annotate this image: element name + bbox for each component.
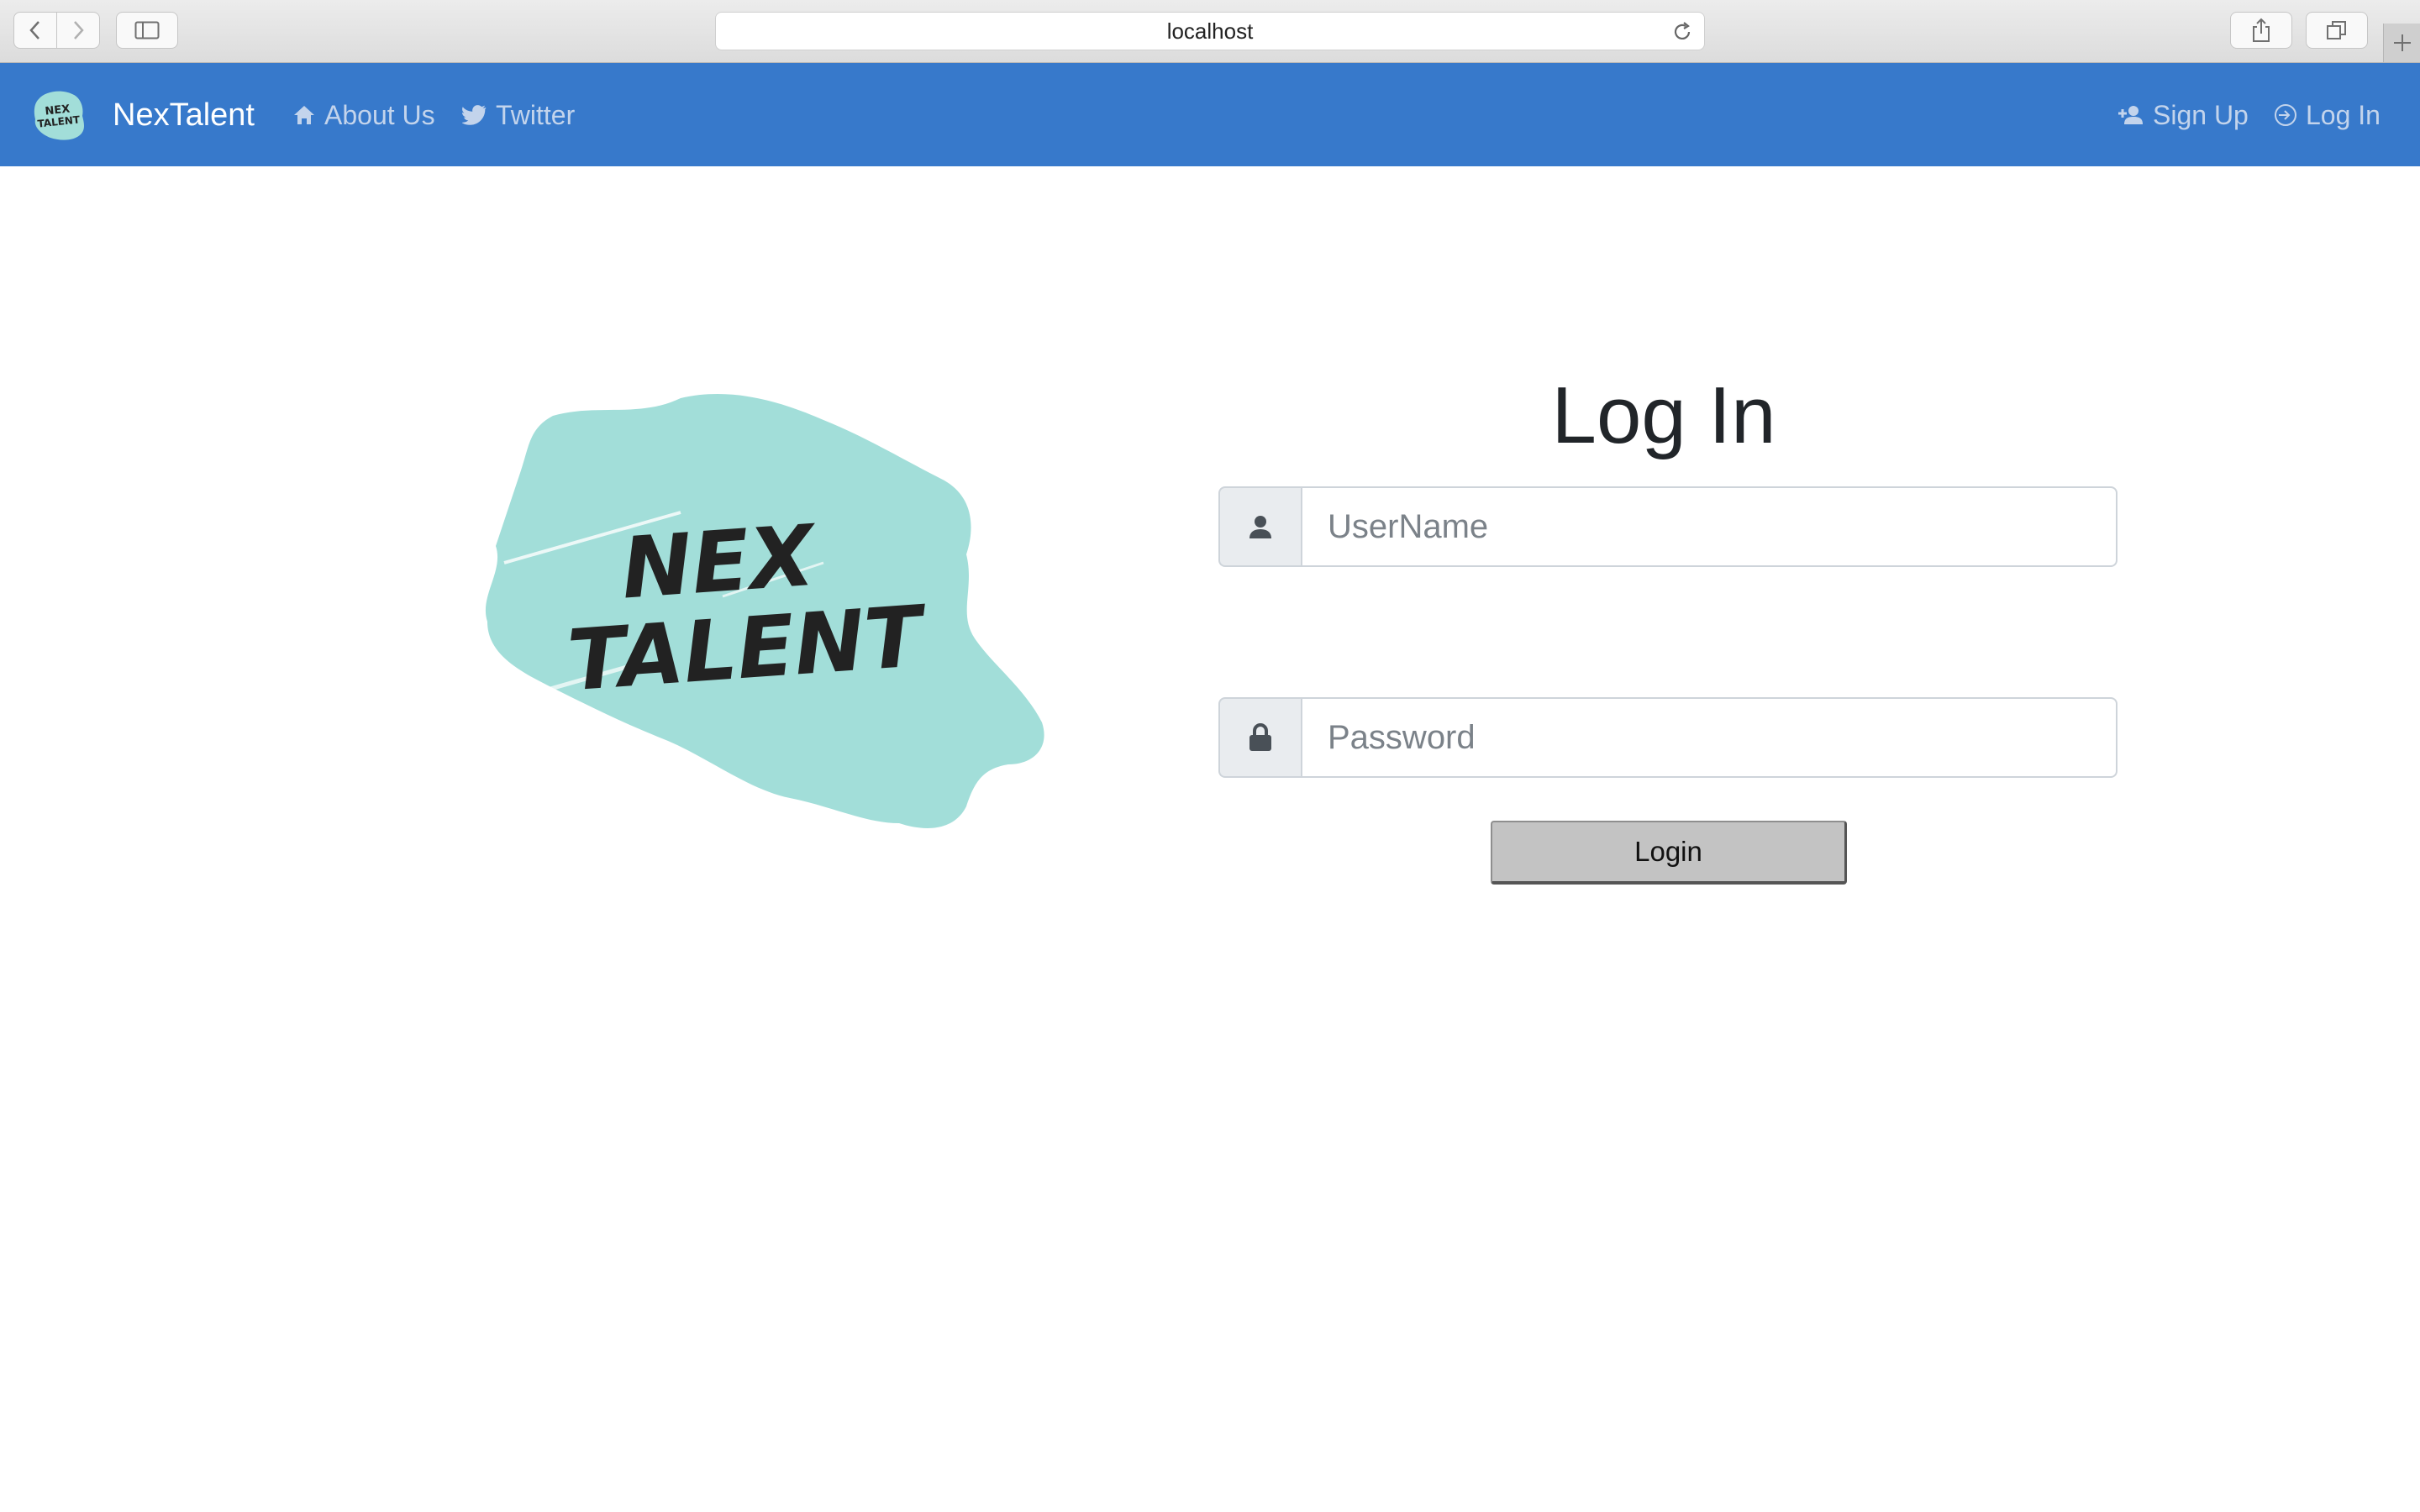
nav-link-sign-up[interactable]: Sign Up	[2118, 97, 2249, 134]
reload-icon[interactable]	[1670, 20, 1694, 48]
new-tab-button[interactable]	[2383, 24, 2420, 62]
nav-link-about-us[interactable]: About Us	[292, 97, 435, 134]
password-input-group	[1218, 697, 2118, 778]
sidebar-icon	[134, 21, 160, 39]
nav-link-label: About Us	[324, 100, 435, 130]
nav-link-twitter[interactable]: Twitter	[462, 97, 575, 134]
chevron-left-icon	[29, 21, 39, 39]
tabs-overview-button[interactable]	[2306, 12, 2368, 49]
user-icon	[1249, 516, 1271, 538]
password-field[interactable]	[1301, 697, 2118, 778]
share-button[interactable]	[2230, 12, 2292, 49]
chevron-right-icon	[74, 21, 84, 39]
lock-icon	[1249, 723, 1271, 751]
hero-logo: NEX TALENT	[485, 394, 1044, 828]
login-button[interactable]: Login	[1491, 821, 1847, 885]
share-icon	[2253, 18, 2270, 42]
nav-link-label: Twitter	[496, 100, 576, 130]
nav-link-label: Sign Up	[2153, 100, 2249, 130]
log-in-icon	[2275, 104, 2296, 126]
sidebar-toggle-button[interactable]	[116, 12, 178, 49]
brand-name[interactable]: NexTalent	[113, 97, 255, 134]
site-navbar: NEX TALENT NexTalent About Us Twitter Si…	[0, 63, 2420, 166]
home-icon	[294, 106, 314, 124]
nav-link-label: Log In	[2306, 100, 2381, 130]
username-addon	[1218, 486, 1301, 567]
plus-icon	[2394, 34, 2411, 51]
browser-toolbar: localhost	[0, 0, 2420, 63]
twitter-icon	[462, 105, 487, 125]
user-plus-icon	[2118, 106, 2143, 124]
brand-logo[interactable]: NEX TALENT	[29, 86, 87, 144]
back-button[interactable]	[13, 12, 57, 49]
address-bar[interactable]: localhost	[715, 12, 1705, 50]
username-input-group	[1218, 486, 2118, 567]
forward-button[interactable]	[56, 12, 100, 49]
tabs-overview-icon	[2327, 21, 2346, 39]
page-title: Log In	[1551, 370, 1776, 460]
nav-link-log-in[interactable]: Log In	[2274, 97, 2381, 134]
password-addon	[1218, 697, 1301, 778]
url-text: localhost	[1166, 18, 1254, 44]
username-field[interactable]	[1301, 486, 2118, 567]
